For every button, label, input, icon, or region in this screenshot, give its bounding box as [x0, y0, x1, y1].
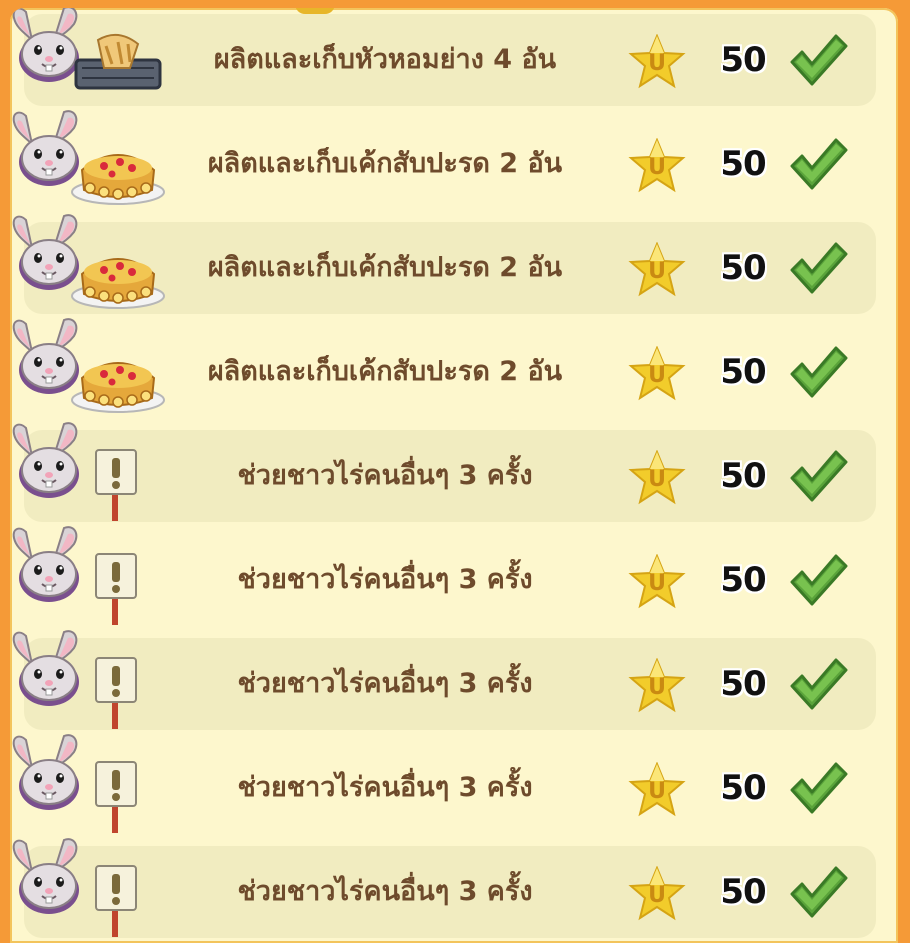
experience-star-icon: U [628, 138, 686, 193]
exclamation-sign-icon [95, 449, 137, 521]
svg-text:U: U [648, 363, 666, 388]
svg-text:U: U [648, 571, 666, 596]
experience-star-icon: U [628, 658, 686, 713]
quest-row: ผลิตและเก็บเค้กสับปะรด 2 อัน U 50 [10, 110, 898, 216]
quest-row: ช่วยชาวไร่คนอื่นๆ 3 ครั้ง U 50 [10, 838, 898, 943]
pineapple-cake-icon [71, 258, 165, 309]
exclamation-sign-icon [95, 553, 137, 625]
check-icon [790, 138, 848, 190]
check-icon [790, 242, 848, 294]
experience-star-icon: U [628, 34, 686, 89]
check-icon [790, 34, 848, 86]
reward-amount: 50 [720, 664, 766, 704]
experience-star-icon: U [628, 866, 686, 921]
svg-text:U: U [648, 883, 666, 908]
quest-row: ผลิตและเก็บหัวหอมย่าง 4 อัน U 50 [10, 8, 898, 112]
quest-row: ผลิตและเก็บเค้กสับปะรด 2 อัน U 50 [10, 214, 898, 320]
quest-row: ผลิตและเก็บเค้กสับปะรด 2 อัน U 50 [10, 318, 898, 424]
quest-description: ช่วยชาวไร่คนอื่นๆ 3 ครั้ง [237, 460, 533, 491]
exclamation-sign-icon [95, 761, 137, 833]
quest-description: ช่วยชาวไร่คนอื่นๆ 3 ครั้ง [237, 876, 533, 907]
quest-row: ช่วยชาวไร่คนอื่นๆ 3 ครั้ง U 50 [10, 630, 898, 736]
svg-text:U: U [648, 779, 666, 804]
exclamation-sign-icon [95, 865, 137, 937]
check-icon [790, 346, 848, 398]
svg-text:U: U [648, 467, 666, 492]
check-icon [790, 866, 848, 918]
experience-star-icon: U [628, 762, 686, 817]
exclamation-sign-icon [95, 657, 137, 729]
roasted-onion-icon [74, 33, 162, 90]
experience-star-icon: U [628, 450, 686, 505]
quest-row: ช่วยชาวไร่คนอื่นๆ 3 ครั้ง U 50 [10, 526, 898, 632]
check-icon [790, 554, 848, 606]
check-icon [790, 450, 848, 502]
reward-amount: 50 [720, 352, 766, 392]
quest-description: ผลิตและเก็บเค้กสับปะรด 2 อัน [207, 252, 563, 283]
reward-amount: 50 [720, 456, 766, 496]
quest-description: ช่วยชาวไร่คนอื่นๆ 3 ครั้ง [237, 564, 533, 595]
svg-text:U: U [648, 675, 666, 700]
frame: ผลิตและเก็บหัวหอมย่าง 4 อัน U 50 ผลิตและ… [0, 0, 910, 943]
reward-amount: 50 [720, 144, 766, 184]
quest-description: ผลิตและเก็บเค้กสับปะรด 2 อัน [207, 356, 563, 387]
experience-star-icon: U [628, 346, 686, 401]
reward-amount: 50 [720, 40, 766, 80]
reward-amount: 50 [720, 872, 766, 912]
quest-panel: ผลิตและเก็บหัวหอมย่าง 4 อัน U 50 ผลิตและ… [10, 8, 898, 943]
quest-description: ผลิตและเก็บเค้กสับปะรด 2 อัน [207, 148, 563, 179]
pineapple-cake-icon [71, 362, 165, 413]
reward-amount: 50 [720, 768, 766, 808]
quest-row: ช่วยชาวไร่คนอื่นๆ 3 ครั้ง U 50 [10, 734, 898, 840]
reward-amount: 50 [720, 560, 766, 600]
pineapple-cake-icon [71, 154, 165, 205]
experience-star-icon: U [628, 242, 686, 297]
check-icon [790, 658, 848, 710]
svg-text:U: U [648, 51, 666, 76]
quest-description: ช่วยชาวไร่คนอื่นๆ 3 ครั้ง [237, 668, 533, 699]
quest-row: ช่วยชาวไร่คนอื่นๆ 3 ครั้ง U 50 [10, 422, 898, 528]
reward-amount: 50 [720, 248, 766, 288]
experience-star-icon: U [628, 554, 686, 609]
check-icon [790, 762, 848, 814]
svg-text:U: U [648, 155, 666, 180]
quest-description: ช่วยชาวไร่คนอื่นๆ 3 ครั้ง [237, 772, 533, 803]
quest-description: ผลิตและเก็บหัวหอมย่าง 4 อัน [213, 44, 557, 75]
svg-text:U: U [648, 259, 666, 284]
